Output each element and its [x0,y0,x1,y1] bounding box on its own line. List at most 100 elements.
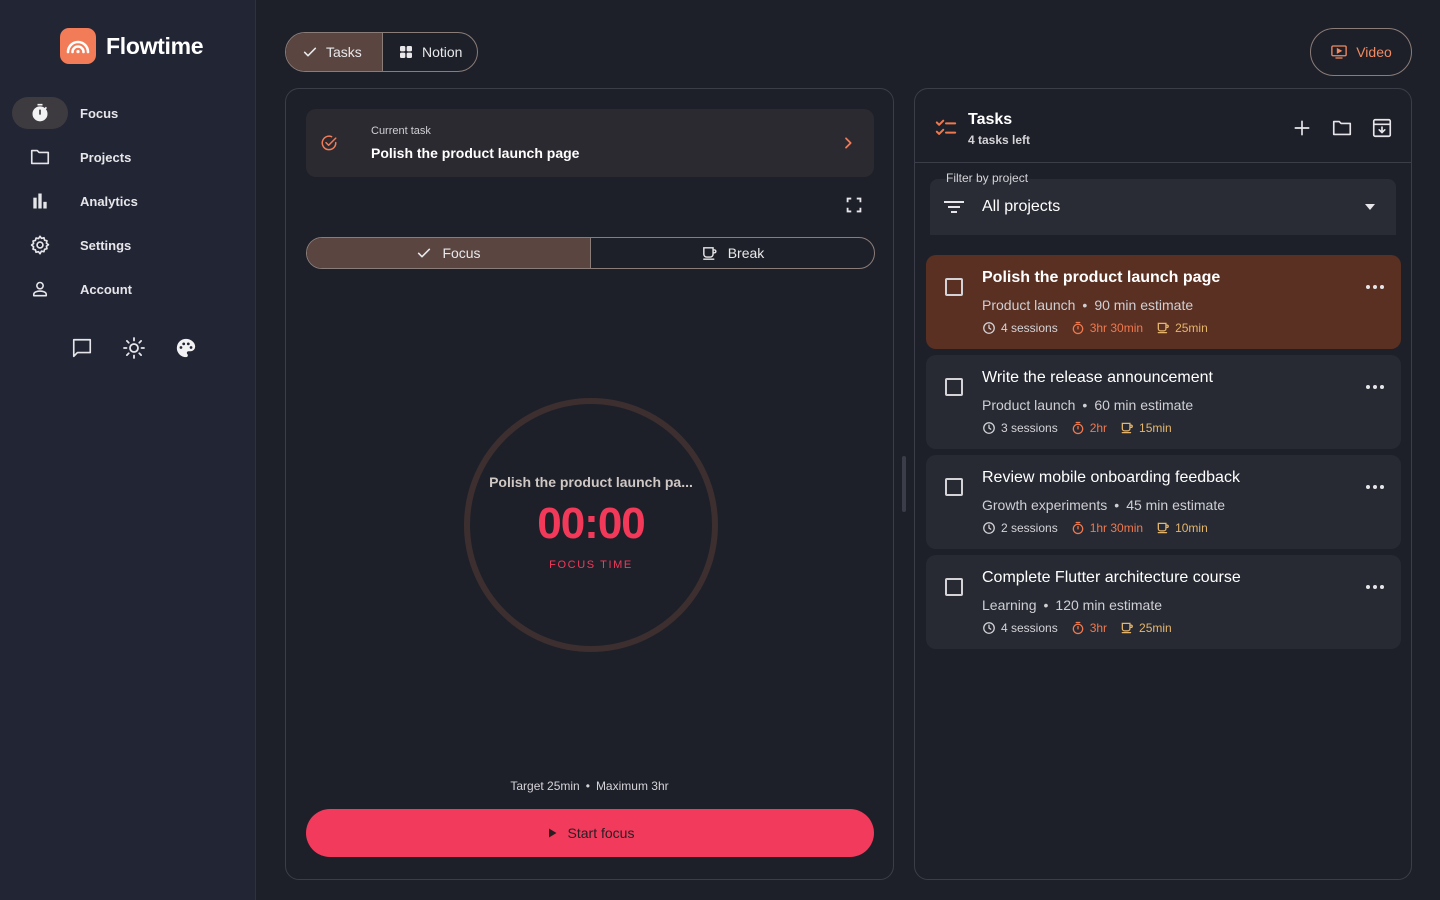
sessions-stat: 3 sessions [982,421,1058,435]
app-name: Flowtime [106,32,204,59]
break-time: 15min [1139,421,1172,435]
filter-value: All projects [982,198,1061,215]
task-checkbox[interactable] [945,578,963,596]
check-icon [302,44,318,60]
checklist-icon [935,117,957,139]
focus-time: 3hr 30min [1089,321,1144,335]
task-stats: 4 sessions 3hr 25min [982,621,1185,635]
focus-time-stat: 3hr 30min [1071,321,1143,335]
break-time-stat: 25min [1120,621,1172,635]
play-video-icon [1330,43,1348,61]
coffee-icon [701,245,718,262]
task-stats: 3 sessions 2hr 15min [982,421,1185,435]
filter-label: Filter by project [946,171,1029,185]
tasks-panel: Tasks 4 tasks left Filter by project All… [914,88,1412,880]
task-title: Polish the product launch page [982,269,1221,286]
task-title: Review mobile onboarding feedback [982,469,1240,486]
focus-panel: Current task Polish the product launch p… [285,88,894,880]
brightness-icon[interactable] [120,334,148,362]
palette-icon[interactable] [172,334,200,362]
more-options-icon[interactable] [1363,379,1387,395]
task-meta: Product launch • 60 min estimate [982,397,1193,413]
target-time: Target 25min [510,779,580,793]
mode-label: Focus [442,245,481,261]
task-project: Product launch [982,397,1076,413]
task-item[interactable]: Write the release announcement Product l… [926,355,1401,449]
timer-icon [1072,421,1084,435]
timer-display: 00:00 [537,499,646,548]
app-logo[interactable]: Flowtime [60,28,204,64]
task-estimate: 120 min estimate [1055,597,1163,613]
more-options-icon[interactable] [1363,279,1387,295]
clock-icon [983,622,995,634]
task-item[interactable]: Polish the product launch page Product l… [926,255,1401,349]
video-label: Video [1356,44,1392,60]
timer-task-name: Polish the product launch pa... [489,474,693,490]
sidebar-item-label: Focus [80,105,119,121]
current-task-title: Polish the product launch page [371,145,580,161]
timer-icon [1072,621,1084,635]
video-button[interactable]: Video [1310,28,1412,76]
stopwatch-icon [12,97,68,129]
person-icon [12,273,68,305]
break-time: 25min [1139,621,1172,635]
archive-icon[interactable] [1371,117,1393,139]
mode-focus-button[interactable]: Focus [307,238,590,268]
sidebar-item-analytics[interactable]: Analytics [12,185,244,217]
task-checkbox[interactable] [945,378,963,396]
task-estimate: 60 min estimate [1094,397,1194,413]
timer-mode-selector: Focus Break [306,237,875,269]
focus-time: 1hr 30min [1089,521,1144,535]
mode-break-button[interactable]: Break [590,238,874,268]
sidebar-item-settings[interactable]: Settings [12,229,244,261]
more-options-icon[interactable] [1363,479,1387,495]
session-limits: Target 25min • Maximum 3hr [286,779,893,793]
task-checkbox[interactable] [945,278,963,296]
sidebar-item-label: Projects [80,149,132,165]
focus-time-stat: 1hr 30min [1071,521,1143,535]
task-meta: Product launch • 90 min estimate [982,297,1193,313]
rainbow-icon [60,28,96,64]
sessions-count: 3 sessions [1001,421,1058,435]
sidebar-item-projects[interactable]: Projects [12,141,244,173]
sidebar-item-account[interactable]: Account [12,273,244,305]
task-estimate: 45 min estimate [1126,497,1226,513]
task-checkbox[interactable] [945,478,963,496]
tab-notion[interactable]: Notion [382,33,477,71]
task-project: Growth experiments [982,497,1108,513]
timer-icon [1072,521,1084,535]
sessions-count: 2 sessions [1001,521,1058,535]
tasks-actions [1291,117,1393,139]
timer-icon [1072,321,1084,335]
filter-icon [944,199,964,215]
task-item[interactable]: Complete Flutter architecture course Lea… [926,555,1401,649]
task-meta: Growth experiments • 45 min estimate [982,497,1225,513]
sidebar-item-label: Analytics [80,193,138,209]
task-check-circle-icon [320,134,338,152]
current-task-card[interactable]: Current task Polish the product launch p… [306,109,874,177]
feedback-icon[interactable] [68,334,96,362]
task-item[interactable]: Review mobile onboarding feedback Growth… [926,455,1401,549]
break-time-stat: 25min [1156,321,1208,335]
task-project: Learning [982,597,1037,613]
coffee-icon [1157,522,1169,534]
chevron-right-icon [840,135,856,151]
task-title: Write the release announcement [982,369,1213,386]
panel-resize-handle[interactable] [902,456,906,512]
sidebar-item-focus[interactable]: Focus [12,97,244,129]
break-time-stat: 15min [1120,421,1172,435]
start-focus-button[interactable]: Start focus [306,809,874,857]
fullscreen-icon[interactable] [843,194,865,216]
sessions-count: 4 sessions [1001,321,1058,335]
add-icon[interactable] [1291,117,1313,139]
folder-icon[interactable] [1331,117,1353,139]
sidebar-nav: Focus Projects Analytics Settings Accoun… [12,97,244,317]
tab-label: Notion [422,44,463,60]
sidebar-item-label: Settings [80,237,132,253]
break-time: 10min [1175,521,1208,535]
project-filter-dropdown[interactable]: Filter by project All projects [930,171,1396,235]
more-options-icon[interactable] [1363,579,1387,595]
tab-label: Tasks [326,44,362,60]
start-focus-label: Start focus [567,825,635,841]
tab-tasks[interactable]: Tasks [286,33,382,71]
